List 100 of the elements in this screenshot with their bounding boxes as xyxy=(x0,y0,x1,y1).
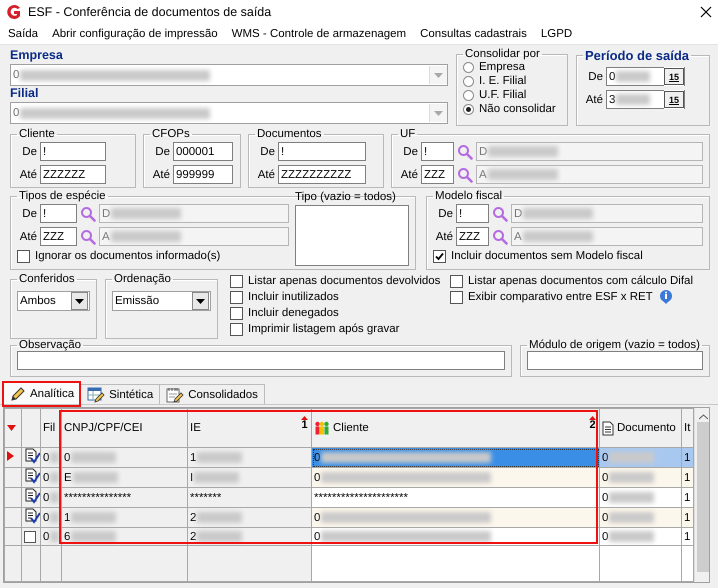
calendar-button[interactable]: 15 xyxy=(664,91,684,108)
menu-item[interactable]: LGPD xyxy=(540,28,572,40)
column-header[interactable]: It xyxy=(682,408,694,448)
document-check-icon[interactable] xyxy=(24,488,40,504)
radio-button[interactable] xyxy=(463,76,474,86)
table-cell: 0 xyxy=(600,528,682,546)
combo-box[interactable]: 0 xyxy=(10,64,448,86)
column-header[interactable]: CNPJ/CPF/CEI xyxy=(62,408,188,448)
column-header[interactable]: Documento xyxy=(600,408,682,448)
group-title: Cliente xyxy=(18,128,56,140)
text-field[interactable]: ZZZ xyxy=(40,227,77,246)
tab[interactable]: Sintética xyxy=(80,384,160,404)
date-field[interactable]: 0 15 xyxy=(606,67,685,86)
column-header[interactable]: Cliente 2 xyxy=(312,408,600,448)
column-header[interactable]: IE 1 xyxy=(188,408,312,448)
sort-order-number: 2 xyxy=(589,420,596,430)
list-box[interactable] xyxy=(295,205,409,266)
checkbox[interactable] xyxy=(230,322,243,336)
text-field[interactable]: ! xyxy=(40,142,106,161)
radio-button[interactable] xyxy=(463,104,474,114)
filter-indicator-icon[interactable] xyxy=(7,425,16,431)
scrollbar[interactable] xyxy=(694,408,709,582)
checkbox-label[interactable]: Incluir documentos sem Modelo fiscal xyxy=(451,250,643,262)
text-field[interactable]: ! xyxy=(40,204,77,223)
radio-label[interactable]: I. E. Filial xyxy=(479,75,526,87)
table-pencil-icon xyxy=(87,386,106,402)
checkbox-label[interactable]: Exibir comparativo entre ESF x RET xyxy=(468,291,653,303)
search-icon[interactable] xyxy=(457,166,473,182)
sort-arrow-icon xyxy=(301,416,308,420)
sort-order-number: 1 xyxy=(301,420,308,430)
radio-button[interactable] xyxy=(463,90,474,100)
radio-button[interactable] xyxy=(463,62,474,72)
scroll-up-icon[interactable] xyxy=(699,414,708,420)
text-field[interactable]: 999999 xyxy=(173,165,233,184)
app-logo-icon xyxy=(6,4,22,20)
search-icon[interactable] xyxy=(80,206,96,222)
search-icon[interactable] xyxy=(492,228,508,244)
text-field[interactable] xyxy=(17,351,505,370)
text-field[interactable] xyxy=(527,351,703,370)
group-title: CFOPs xyxy=(151,128,191,140)
close-icon[interactable] xyxy=(700,6,712,18)
text-field[interactable]: ZZZZZZZZZZ xyxy=(278,165,366,184)
checkbox-label[interactable]: Listar apenas documentos devolvidos xyxy=(248,275,440,287)
checkbox[interactable] xyxy=(230,306,243,320)
radio-label[interactable]: Empresa xyxy=(479,61,526,73)
combo-box[interactable]: Ambos xyxy=(17,291,90,311)
group-title: Módulo de origem (vazio = todos) xyxy=(528,339,701,351)
dropdown-arrow-icon xyxy=(196,298,205,304)
text-field[interactable]: ZZZZZZ xyxy=(40,165,106,184)
field-label: Até xyxy=(256,168,275,180)
checkbox-label[interactable]: Incluir inutilizados xyxy=(248,291,339,303)
field-label: Empresa xyxy=(10,48,64,64)
checkbox[interactable] xyxy=(230,274,243,288)
checkbox[interactable] xyxy=(230,290,243,304)
text-field[interactable]: ! xyxy=(278,142,366,161)
radio-label[interactable]: U.F. Filial xyxy=(479,89,526,101)
table-cell: 1 xyxy=(188,448,312,468)
combo-box[interactable]: 0 xyxy=(10,102,448,124)
row-checkbox[interactable] xyxy=(24,530,36,542)
document-check-icon[interactable] xyxy=(24,448,40,464)
checkbox[interactable] xyxy=(433,250,446,262)
search-icon[interactable] xyxy=(492,206,508,222)
checkbox[interactable] xyxy=(450,274,463,288)
combo-box[interactable]: Emissão xyxy=(112,291,211,311)
calendar-button[interactable]: 15 xyxy=(664,68,684,85)
menu-item[interactable]: WMS - Controle de armazenagem xyxy=(232,28,406,40)
document-check-icon[interactable] xyxy=(24,468,40,484)
table-cell: 0 xyxy=(600,508,682,528)
menu-item[interactable]: Consultas cadastrais xyxy=(420,28,527,40)
info-icon[interactable] xyxy=(658,289,674,305)
menu-item[interactable]: Abrir configuração de impressão xyxy=(52,28,218,40)
date-field[interactable]: 3 15 xyxy=(606,90,685,109)
window-title: ESF - Conferência de documentos de saída xyxy=(28,5,272,19)
document-check-icon[interactable] xyxy=(24,508,40,524)
field-label: Até xyxy=(18,230,37,242)
field-label: Até xyxy=(152,168,170,180)
checkbox-label[interactable]: Listar apenas documentos com cálculo Difal xyxy=(468,275,694,287)
table-cell: 0 xyxy=(312,468,600,488)
checkbox-label[interactable]: Ignorar os documentos informado(s) xyxy=(35,250,220,262)
field-label: Até xyxy=(434,230,453,242)
text-field[interactable]: 000001 xyxy=(173,142,233,161)
table-cell: I xyxy=(188,468,312,488)
people-icon xyxy=(314,420,330,436)
group-title: Período de saída xyxy=(584,48,690,63)
menu-item[interactable]: Saída xyxy=(8,28,38,40)
text-field[interactable]: ZZZ xyxy=(456,227,489,246)
search-icon[interactable] xyxy=(457,144,473,160)
text-field[interactable]: ! xyxy=(421,142,454,161)
checkbox-label[interactable]: Incluir denegados xyxy=(248,307,339,319)
tab[interactable]: Analítica xyxy=(3,382,82,404)
checkbox[interactable] xyxy=(450,290,463,304)
field-label: De xyxy=(259,146,275,158)
text-field[interactable]: ZZZ xyxy=(421,165,454,184)
tab[interactable]: Consolidados xyxy=(159,384,265,404)
search-icon[interactable] xyxy=(80,228,96,244)
text-field[interactable]: ! xyxy=(456,204,489,223)
checkbox[interactable] xyxy=(17,250,30,262)
checkbox-label[interactable]: Imprimir listagem após gravar xyxy=(248,323,400,335)
dropdown-arrow-icon xyxy=(434,72,443,78)
radio-label[interactable]: Não consolidar xyxy=(479,103,556,115)
